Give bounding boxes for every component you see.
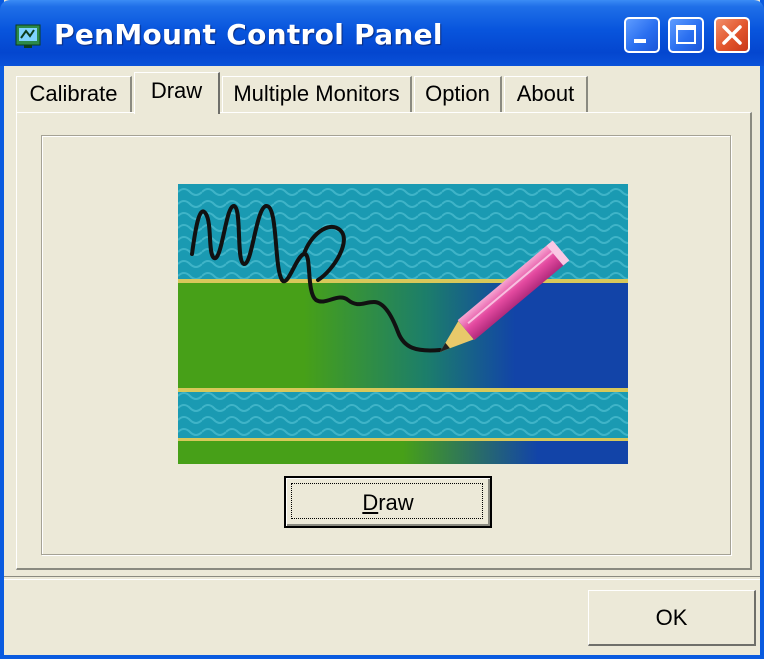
ok-button[interactable]: OK (588, 590, 756, 646)
footer-separator (4, 576, 760, 580)
pencil-drawing-illustration (178, 184, 628, 464)
maximize-button[interactable] (668, 17, 704, 53)
close-icon (722, 25, 742, 45)
maximize-icon (676, 25, 696, 44)
title-bar[interactable]: PenMount Control Panel (0, 0, 764, 66)
tab-calibrate[interactable]: Calibrate (16, 76, 132, 112)
draw-tab-panel: Draw (16, 112, 752, 570)
tab-strip: Calibrate Draw Multiple Monitors Option … (16, 72, 756, 114)
tab-draw[interactable]: Draw (134, 72, 220, 114)
ok-button-label: OK (655, 605, 688, 630)
penmount-app-icon (15, 24, 41, 48)
tab-option[interactable]: Option (414, 76, 502, 112)
tab-about[interactable]: About (504, 76, 588, 112)
close-button[interactable] (714, 17, 750, 53)
minimize-button[interactable] (624, 17, 660, 53)
draw-group-box: Draw (41, 135, 731, 555)
tab-multiple-monitors[interactable]: Multiple Monitors (222, 76, 412, 112)
draw-button[interactable]: Draw (284, 476, 492, 528)
draw-button-label: Draw (362, 490, 414, 515)
minimize-icon (634, 39, 646, 43)
window-title: PenMount Control Panel (54, 18, 443, 51)
penmount-window: PenMount Control Panel Calibrate Draw Mu… (0, 0, 764, 659)
